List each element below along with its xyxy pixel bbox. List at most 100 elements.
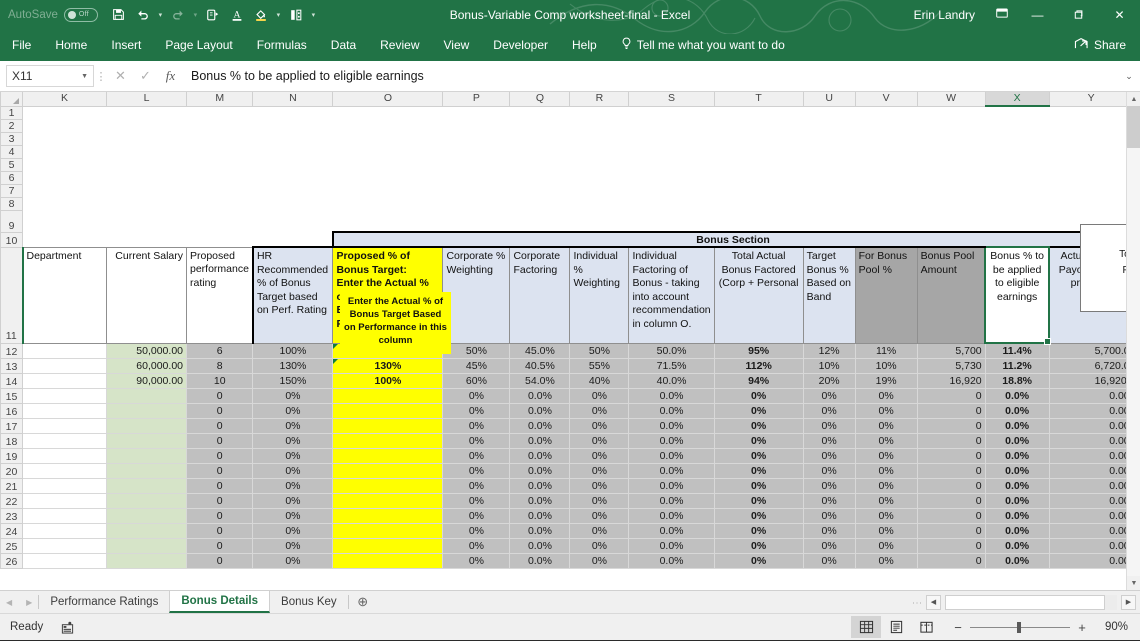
ribbon-tab-data[interactable]: Data bbox=[319, 29, 368, 61]
cell-individual-pct-weighting-row-25[interactable]: 0% bbox=[569, 537, 630, 554]
header-cell-target-bonus-pct-band[interactable]: Target Bonus % Based on Band bbox=[802, 246, 856, 344]
row-header-18[interactable]: 18 bbox=[0, 432, 23, 449]
cell-proposed-pct-bonus-target-row-15[interactable] bbox=[332, 387, 444, 404]
cell-corporate-factoring-row-18[interactable]: 0.0% bbox=[509, 432, 571, 449]
cell-actual-bonus-payout-row-20[interactable]: 0.00 bbox=[1048, 462, 1134, 479]
cell-total-actual-bonus-factored-row-16[interactable]: 0% bbox=[713, 402, 804, 419]
header-cell-bonus-pool-amount[interactable]: Bonus Pool Amount bbox=[916, 246, 986, 344]
zoom-level-label[interactable]: 90% bbox=[1094, 621, 1128, 633]
row-header-11[interactable]: 11 bbox=[0, 246, 23, 344]
ribbon-tab-page-layout[interactable]: Page Layout bbox=[153, 29, 244, 61]
column-header-V[interactable]: V bbox=[854, 92, 918, 107]
cell-target-bonus-pct-band-row-22[interactable]: 0% bbox=[802, 492, 856, 509]
page-break-preview-icon[interactable] bbox=[911, 616, 941, 638]
cell-bonus-pool-amount-row-23[interactable]: 0 bbox=[916, 507, 986, 524]
sheet-tab-bonus-key[interactable]: Bonus Key bbox=[270, 591, 348, 613]
ribbon-tab-review[interactable]: Review bbox=[368, 29, 431, 61]
cell-corporate-pct-weighting-row-15[interactable]: 0% bbox=[442, 387, 511, 404]
ribbon-tab-formulas[interactable]: Formulas bbox=[245, 29, 319, 61]
cell-proposed-performance-rating-row-24[interactable]: 0 bbox=[185, 522, 254, 539]
cell-bonus-pool-amount-row-15[interactable]: 0 bbox=[916, 387, 986, 404]
cell-corporate-pct-weighting-row-21[interactable]: 0% bbox=[442, 477, 511, 494]
header-cell-for-bonus-pool-pct[interactable]: For Bonus Pool % bbox=[854, 246, 918, 344]
cell-department-row-18[interactable] bbox=[22, 432, 107, 449]
cell-for-bonus-pool-pct-row-12[interactable]: 11% bbox=[854, 342, 918, 359]
cell-actual-bonus-payout-row-17[interactable]: 0.00 bbox=[1048, 417, 1134, 434]
horizontal-scroll-thumb[interactable] bbox=[945, 594, 1105, 610]
row-header-13[interactable]: 13 bbox=[0, 357, 23, 374]
cell-target-bonus-pct-band-row-16[interactable]: 0% bbox=[802, 402, 856, 419]
ribbon-display-options-icon[interactable] bbox=[987, 7, 1017, 23]
row-header-20[interactable]: 20 bbox=[0, 462, 23, 479]
cell-bonus-pool-amount-row-17[interactable]: 0 bbox=[916, 417, 986, 434]
cell-current-salary-row-19[interactable] bbox=[106, 447, 187, 464]
name-box[interactable]: X11 ▼ bbox=[6, 65, 94, 87]
cell-bonus-pool-amount-row-13[interactable]: 5,730 bbox=[916, 357, 986, 374]
cell-corporate-pct-weighting-row-16[interactable]: 0% bbox=[442, 402, 511, 419]
cell-total-actual-bonus-factored-row-18[interactable]: 0% bbox=[713, 432, 804, 449]
cell-proposed-performance-rating-row-15[interactable]: 0 bbox=[185, 387, 254, 404]
row-header-12[interactable]: 12 bbox=[0, 342, 23, 359]
row-header-6[interactable]: 6 bbox=[0, 170, 23, 185]
cell-for-bonus-pool-pct-row-20[interactable]: 0% bbox=[854, 462, 918, 479]
cell-proposed-pct-bonus-target-row-18[interactable] bbox=[332, 432, 444, 449]
cell-bonus-pct-eligible-earnings-row-21[interactable]: 0.0% bbox=[984, 477, 1050, 494]
cell-total-actual-bonus-factored-row-17[interactable]: 0% bbox=[713, 417, 804, 434]
cell-corporate-factoring-row-14[interactable]: 54.0% bbox=[509, 372, 571, 389]
cell-current-salary-row-25[interactable] bbox=[106, 537, 187, 554]
formula-input[interactable] bbox=[183, 65, 1121, 87]
cell-hr-recommended-pct-row-18[interactable]: 0% bbox=[252, 432, 334, 449]
cell-corporate-pct-weighting-row-14[interactable]: 60% bbox=[442, 372, 511, 389]
select-all-corner[interactable] bbox=[0, 92, 23, 107]
save-icon[interactable] bbox=[108, 4, 130, 26]
cell-actual-bonus-payout-row-16[interactable]: 0.00 bbox=[1048, 402, 1134, 419]
cell-department-row-20[interactable] bbox=[22, 462, 107, 479]
cell-individual-factoring-row-22[interactable]: 0.0% bbox=[628, 492, 715, 509]
yellow-instruction-note[interactable]: Enter the Actual % of Bonus Target Based… bbox=[340, 292, 451, 354]
cell-target-bonus-pct-band-row-24[interactable]: 0% bbox=[802, 522, 856, 539]
cell-total-actual-bonus-factored-row-13[interactable]: 112% bbox=[713, 357, 804, 374]
scroll-grip-icon[interactable]: ⋮ bbox=[911, 598, 922, 607]
header-cell-department[interactable]: Department bbox=[21, 246, 107, 344]
cell-individual-factoring-row-21[interactable]: 0.0% bbox=[628, 477, 715, 494]
cell-actual-bonus-payout-row-18[interactable]: 0.00 bbox=[1048, 432, 1134, 449]
cell-bonus-pool-amount-row-20[interactable]: 0 bbox=[916, 462, 986, 479]
cell-individual-pct-weighting-row-20[interactable]: 0% bbox=[569, 462, 630, 479]
cell-hr-recommended-pct-row-20[interactable]: 0% bbox=[252, 462, 334, 479]
fill-color-icon[interactable] bbox=[250, 4, 272, 26]
cell-actual-bonus-payout-row-26[interactable]: 0.00 bbox=[1048, 552, 1134, 569]
scroll-right-icon[interactable]: ▶ bbox=[1121, 594, 1136, 610]
row-header-3[interactable]: 3 bbox=[0, 131, 23, 146]
cell-individual-factoring-row-16[interactable]: 0.0% bbox=[628, 402, 715, 419]
cell-department-row-15[interactable] bbox=[22, 387, 107, 404]
cell-individual-pct-weighting-row-26[interactable]: 0% bbox=[569, 552, 630, 569]
cell-department-row-16[interactable] bbox=[22, 402, 107, 419]
cell-bonus-pool-amount-row-25[interactable]: 0 bbox=[916, 537, 986, 554]
cell-hr-recommended-pct-row-21[interactable]: 0% bbox=[252, 477, 334, 494]
cell-bonus-pool-amount-row-16[interactable]: 0 bbox=[916, 402, 986, 419]
cell-department-row-19[interactable] bbox=[22, 447, 107, 464]
cell-proposed-pct-bonus-target-row-23[interactable] bbox=[332, 507, 444, 524]
cell-individual-pct-weighting-row-21[interactable]: 0% bbox=[569, 477, 630, 494]
spreadsheet-grid[interactable]: K L M N O P Q R S T U V W X Y 1 2 3 4 5 … bbox=[0, 92, 1140, 590]
cell-corporate-pct-weighting-row-26[interactable]: 0% bbox=[442, 552, 511, 569]
cell-total-actual-bonus-factored-row-19[interactable]: 0% bbox=[713, 447, 804, 464]
cell-total-actual-bonus-factored-row-14[interactable]: 94% bbox=[713, 372, 804, 389]
cell-proposed-performance-rating-row-13[interactable]: 8 bbox=[185, 357, 254, 374]
cell-proposed-pct-bonus-target-row-24[interactable] bbox=[332, 522, 444, 539]
header-cell-proposed-performance-rating[interactable]: Proposed performance rating bbox=[185, 246, 254, 344]
cell-proposed-pct-bonus-target-row-21[interactable] bbox=[332, 477, 444, 494]
cell-proposed-performance-rating-row-18[interactable]: 0 bbox=[185, 432, 254, 449]
row-header-5[interactable]: 5 bbox=[0, 157, 23, 172]
cell-department-row-17[interactable] bbox=[22, 417, 107, 434]
row-header-1[interactable]: 1 bbox=[0, 105, 23, 120]
cell-proposed-performance-rating-row-14[interactable]: 10 bbox=[185, 372, 254, 389]
cell-department-row-26[interactable] bbox=[22, 552, 107, 569]
cell-bonus-pct-eligible-earnings-row-19[interactable]: 0.0% bbox=[984, 447, 1050, 464]
bonus-section-title[interactable]: Bonus Section bbox=[331, 231, 1135, 248]
confirm-entry-icon[interactable]: ✓ bbox=[133, 65, 158, 87]
row-header-19[interactable]: 19 bbox=[0, 447, 23, 464]
cell-bonus-pool-amount-row-18[interactable]: 0 bbox=[916, 432, 986, 449]
cell-actual-bonus-payout-row-12[interactable]: 5,700.0 bbox=[1048, 342, 1134, 359]
cell-proposed-performance-rating-row-19[interactable]: 0 bbox=[185, 447, 254, 464]
